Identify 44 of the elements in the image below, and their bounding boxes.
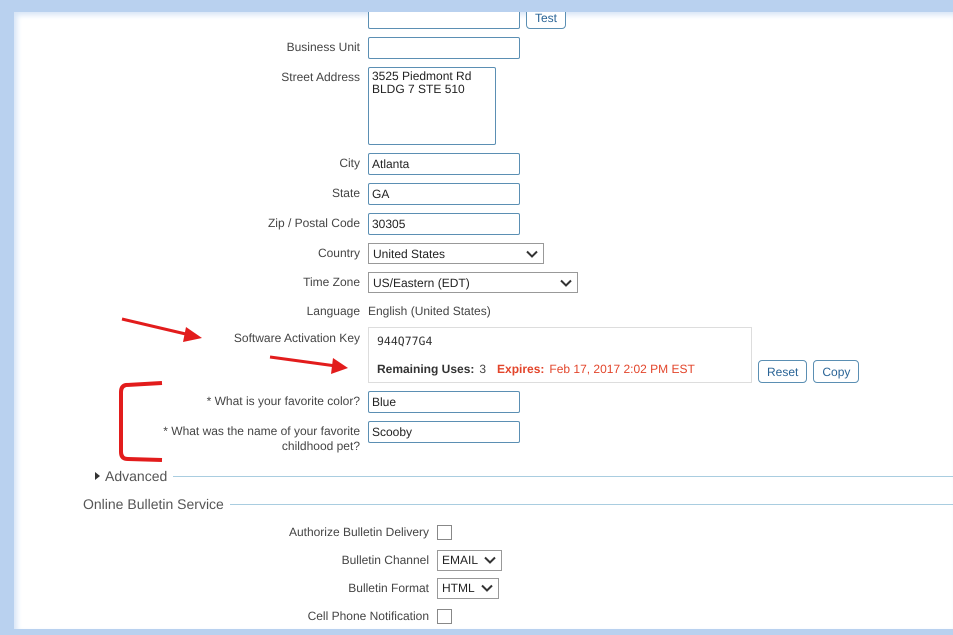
dropdown[interactable]: HTML: [437, 578, 499, 598]
expires-date: Feb 17, 2017 2:02 PM EST: [549, 362, 695, 376]
field-label: Authorize Bulletin Delivery: [288, 524, 429, 540]
dropdown[interactable]: US/Eastern (EDT): [368, 272, 578, 293]
field-label: City: [339, 155, 360, 171]
field-label: Bulletin Channel: [342, 552, 429, 568]
field-label: * What is your favorite color?: [206, 393, 360, 409]
chevron-icon: [526, 250, 538, 258]
input-field[interactable]: Scooby: [368, 421, 520, 443]
field-label: Street Address: [281, 69, 360, 85]
dropdown[interactable]: EMAIL: [437, 550, 502, 570]
remaining-label: Remaining Uses:: [377, 362, 474, 376]
activation-key: 944Q77G4: [377, 334, 743, 348]
checkbox[interactable]: [437, 608, 452, 624]
input-field[interactable]: GA: [368, 183, 520, 205]
action-button[interactable]: Copy: [813, 360, 860, 383]
field-label: Bulletin Format: [348, 580, 429, 596]
field-label: Country: [318, 245, 360, 261]
field-label: Business Unit: [286, 39, 360, 55]
remaining-count: 3: [479, 362, 486, 376]
checkbox[interactable]: [437, 524, 452, 540]
address-field[interactable]: 3525 Piedmont Rd BLDG 7 STE 510: [368, 67, 496, 145]
action-button[interactable]: Reset: [758, 360, 808, 383]
field-label: * What was the name of your favorite childhood pet?: [162, 423, 360, 454]
input-field[interactable]: [368, 12, 520, 28]
field-label: Language: [306, 303, 360, 319]
expires-label: Expires:: [497, 362, 544, 376]
chevron-icon: [480, 584, 493, 592]
field-label: Time Zone: [303, 274, 360, 290]
dropdown[interactable]: United States: [368, 243, 544, 264]
input-field[interactable]: [368, 37, 520, 59]
input-field[interactable]: Atlanta: [368, 153, 520, 175]
chevron-icon: [560, 278, 572, 286]
field-value: English (United States): [368, 303, 491, 318]
field-label: State: [332, 185, 360, 201]
input-field[interactable]: Blue: [368, 391, 520, 413]
section-title: Online Bulletin Service: [83, 496, 224, 512]
chevron-icon: [484, 556, 496, 564]
advanced-toggle[interactable]: Advanced: [94, 468, 168, 484]
field-label: Zip / Postal Code: [268, 215, 360, 231]
test-button[interactable]: Test: [526, 12, 566, 29]
field-label: Cell Phone Notification: [308, 608, 429, 624]
input-field[interactable]: 30305: [368, 213, 520, 235]
field-label: Software Activation Key: [234, 330, 360, 346]
